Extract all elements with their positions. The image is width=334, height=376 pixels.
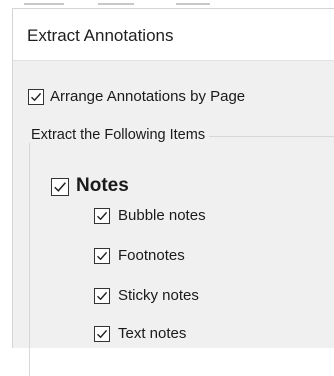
check-mark-icon (31, 92, 42, 102)
extract-items-group-title: Extract the Following Items (27, 127, 210, 143)
bubble-notes-checkbox[interactable] (94, 208, 110, 224)
sticky-notes-checkbox[interactable] (94, 288, 110, 304)
background-smudge (176, 3, 210, 5)
check-mark-icon (97, 211, 108, 221)
text-notes-checkbox[interactable] (94, 326, 110, 342)
footnotes-label[interactable]: Footnotes (118, 247, 185, 264)
notes-label[interactable]: Notes (76, 175, 129, 197)
check-mark-icon (97, 291, 108, 301)
check-mark-icon (97, 329, 108, 339)
check-mark-icon (54, 182, 66, 192)
arrange-by-page-checkbox[interactable] (28, 89, 44, 105)
background-window-strip (0, 0, 334, 8)
dialog-title: Extract Annotations (27, 26, 174, 45)
bubble-notes-label[interactable]: Bubble notes (118, 207, 206, 224)
background-smudge (98, 3, 134, 5)
extract-annotations-dialog: Extract Annotations Arrange Annotations … (12, 8, 334, 376)
background-smudge (24, 3, 64, 5)
text-notes-label[interactable]: Text notes (118, 325, 186, 342)
arrange-by-page-label[interactable]: Arrange Annotations by Page (50, 88, 245, 105)
notes-checkbox[interactable] (51, 178, 69, 196)
check-mark-icon (97, 251, 108, 261)
sticky-notes-label[interactable]: Sticky notes (118, 287, 199, 304)
dialog-titlebar[interactable]: Extract Annotations (13, 9, 334, 61)
footnotes-checkbox[interactable] (94, 248, 110, 264)
